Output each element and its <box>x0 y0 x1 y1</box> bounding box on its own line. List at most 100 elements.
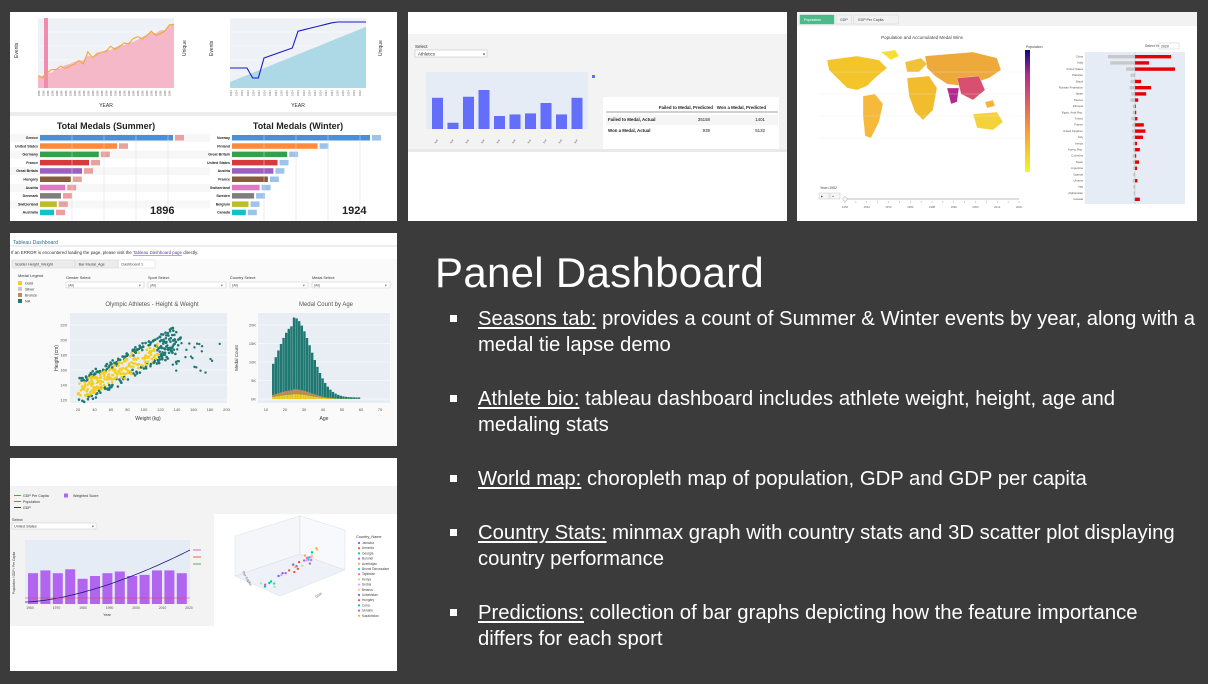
svg-text:(All): (All) <box>68 284 74 288</box>
svg-text:Gender Select:: Gender Select: <box>66 276 91 280</box>
svg-text:1896: 1896 <box>169 90 172 96</box>
svg-text:1896: 1896 <box>97 90 100 96</box>
filter-select[interactable] <box>147 281 227 289</box>
svg-text:Korea, Rep.: Korea, Rep. <box>1068 148 1083 152</box>
bullet-athlete-bio: Athlete bio: tableau dashboard includes … <box>450 386 1195 438</box>
bullet-label: Country Stats: <box>478 522 607 544</box>
svg-text:1896: 1896 <box>65 90 68 96</box>
medal-legend-title: Medal Legend <box>18 273 43 278</box>
svg-text:1924: 1924 <box>331 90 334 96</box>
svg-text:1896: 1896 <box>160 90 163 96</box>
map-title: Population and Accumulated Medal Wins <box>881 35 964 40</box>
events-axis-label: Events <box>14 42 20 58</box>
svg-text:1896: 1896 <box>47 90 50 96</box>
svg-text:15K: 15K <box>249 341 256 346</box>
svg-text:Georgia: Georgia <box>362 551 374 555</box>
bullet-text: choropleth map of population, GDP and GD… <box>586 468 1087 490</box>
svg-text:5K: 5K <box>251 378 256 383</box>
svg-text:Norway: Norway <box>217 136 230 140</box>
svg-text:1988: 1988 <box>929 205 936 209</box>
slider-handle[interactable] <box>842 196 848 202</box>
bullet-label: Athlete bio: <box>478 388 580 410</box>
svg-text:GDP: GDP <box>23 506 31 510</box>
svg-text:0K: 0K <box>251 397 256 402</box>
tableau-page-link[interactable]: Tableau Dashboard page <box>133 250 183 255</box>
svg-text:1896: 1896 <box>106 90 109 96</box>
panel-dashboard-title: Panel Dashboard <box>435 249 765 296</box>
svg-text:Hungary: Hungary <box>362 598 374 602</box>
svg-text:1924: 1924 <box>230 90 233 96</box>
svg-text:2004: 2004 <box>972 205 979 209</box>
svg-text:1896: 1896 <box>83 90 86 96</box>
svg-text:2020: 2020 <box>1016 205 1023 209</box>
filter-select[interactable] <box>311 281 391 289</box>
svg-text:30: 30 <box>302 407 307 412</box>
svg-text:Finland: Finland <box>217 144 230 148</box>
svg-text:▾: ▾ <box>303 284 305 288</box>
svg-text:1896: 1896 <box>92 90 95 96</box>
svg-text:Egypt, Arab Rep.: Egypt, Arab Rep. <box>1062 110 1083 114</box>
svg-text:1896: 1896 <box>164 90 167 96</box>
svg-text:1924: 1924 <box>264 90 267 96</box>
svg-text:Italy: Italy <box>1078 135 1084 139</box>
svg-text:1896: 1896 <box>133 90 136 96</box>
bullet-label: Seasons tab: <box>478 308 597 330</box>
bullet-square-icon <box>450 475 457 482</box>
prediction-select-label: Select <box>415 44 428 49</box>
svg-text:1896: 1896 <box>142 90 145 96</box>
svg-text:2010: 2010 <box>159 606 167 610</box>
svg-text:1924: 1924 <box>342 90 345 96</box>
svg-text:1924: 1924 <box>258 90 261 96</box>
error-note: If an ERROR is encountered loading the p… <box>11 250 198 255</box>
svg-text:Greece: Greece <box>26 136 38 140</box>
svg-text:Denmark: Denmark <box>23 194 38 198</box>
svg-text:2012: 2012 <box>994 205 1001 209</box>
svg-text:Australia: Australia <box>23 211 39 215</box>
svg-text:1964: 1964 <box>864 205 871 209</box>
country-stats-graphics: GDP Per Capita Weighted Score Population GD… <box>10 458 397 671</box>
year-slider-label: Year=1952 <box>820 186 837 190</box>
scatter-y-label: Height (cm) <box>54 345 60 371</box>
svg-text:1960: 1960 <box>26 606 34 610</box>
svg-text:China: China <box>1076 55 1084 59</box>
svg-text:NA: NA <box>25 300 31 304</box>
play-icon: ▸ <box>821 194 823 199</box>
svg-text:United States: United States <box>207 161 230 165</box>
svg-text:1924: 1924 <box>269 90 272 96</box>
tableau-tab-title[interactable]: Tableau Dashboard <box>13 240 58 246</box>
svg-text:GDP Per Capita: GDP Per Capita <box>858 18 884 22</box>
svg-text:(All): (All) <box>314 284 320 288</box>
filter-select[interactable] <box>229 281 309 289</box>
svg-text:120: 120 <box>60 398 67 403</box>
svg-text:2020: 2020 <box>185 606 193 610</box>
svg-text:1924: 1924 <box>314 90 317 96</box>
svg-text:140: 140 <box>60 383 67 388</box>
bullet-square-icon <box>450 529 457 536</box>
svg-text:Country Select:: Country Select: <box>230 276 256 280</box>
bullet-square-icon <box>450 609 457 616</box>
svg-text:1980: 1980 <box>79 606 87 610</box>
bullet-country-stats: Country Stats: minmax graph with country… <box>450 520 1195 572</box>
pause-button[interactable] <box>829 192 841 200</box>
svg-text:Bar Medal_Age: Bar Medal_Age <box>79 263 105 267</box>
svg-text:Great Britain: Great Britain <box>16 169 38 173</box>
world-map-graphics: Population GDP GDP Per Capita Population a… <box>797 12 1197 221</box>
svg-text:220: 220 <box>60 323 67 328</box>
svg-text:Sweden: Sweden <box>216 194 230 198</box>
bullet-square-icon <box>450 315 457 322</box>
svg-text:70: 70 <box>378 407 383 412</box>
svg-text:1924: 1924 <box>241 90 244 96</box>
svg-text:Serbia: Serbia <box>362 583 371 587</box>
filter-select[interactable] <box>65 281 145 289</box>
svg-text:1980: 1980 <box>907 205 914 209</box>
athlete-bio-screenshot: Tableau Dashboard If an ERROR is encount… <box>10 233 397 446</box>
seasons-tab-screenshot: 1896 1896 1896 1896 1896 1896 1896 1896 1896 1896… <box>10 12 397 221</box>
svg-text:1924: 1924 <box>320 90 323 96</box>
svg-text:1924: 1924 <box>308 90 311 96</box>
svg-text:1952: 1952 <box>842 205 849 209</box>
feature-list: Seasons tab: provides a count of Summer … <box>450 306 1195 680</box>
country-select-label: Select <box>12 518 23 522</box>
svg-text:1924: 1924 <box>292 90 295 96</box>
svg-text:20: 20 <box>76 407 81 412</box>
svg-text:▾: ▾ <box>221 284 223 288</box>
